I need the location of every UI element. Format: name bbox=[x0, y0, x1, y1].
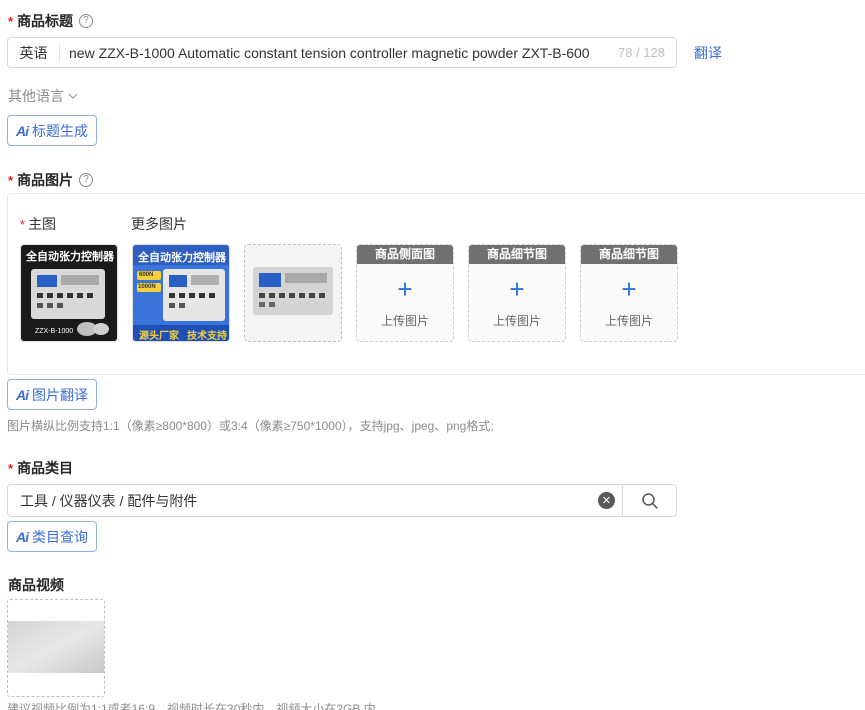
image-label-text: 商品图片 bbox=[17, 172, 74, 188]
upload-text: 上传图片 bbox=[492, 314, 541, 328]
video-section-label: 商品视频 bbox=[8, 575, 64, 595]
ai-icon: Ai bbox=[16, 528, 29, 545]
image-format-note: 图片横纵比例支持1:1（像素≥800*800）或3:4（像素≥750*1000）… bbox=[7, 419, 494, 433]
ai-icon: Ai bbox=[16, 386, 29, 403]
ai-title-generate-button[interactable]: Ai 标题生成 bbox=[7, 115, 97, 146]
product-image-3[interactable] bbox=[244, 244, 342, 342]
plus-icon: + bbox=[621, 274, 637, 304]
required-mark: * bbox=[8, 13, 14, 29]
other-languages-toggle[interactable]: 其他语言 bbox=[8, 86, 79, 106]
product-image-2-banner: 全自动张力控制器 bbox=[138, 252, 226, 264]
upload-slot-detail-1[interactable]: 商品细节图 + 上传图片 bbox=[468, 244, 566, 342]
translate-link[interactable]: 翻译 bbox=[694, 43, 722, 63]
upload-slot-side[interactable]: 商品侧面图 + 上传图片 bbox=[356, 244, 454, 342]
clear-circle-icon[interactable]: ✕ bbox=[598, 492, 615, 509]
ai-icon: Ai bbox=[16, 122, 29, 139]
slot-header: 商品细节图 bbox=[469, 245, 565, 264]
category-search-button[interactable] bbox=[622, 485, 676, 516]
title-label-text: 商品标题 bbox=[17, 13, 74, 29]
slot-header: 商品细节图 bbox=[581, 245, 677, 264]
category-input-value[interactable]: 工具 / 仪器仪表 / 配件与附件 bbox=[8, 491, 598, 511]
product-image-2-footer2: 技术支持 bbox=[187, 331, 227, 342]
category-label-text: 商品类目 bbox=[17, 460, 74, 476]
product-image-1[interactable]: 全自动张力控制器 ZZX-B-1000 bbox=[20, 244, 118, 342]
ai-category-query-button[interactable]: Ai 类目查询 bbox=[7, 521, 97, 552]
language-selector[interactable]: 英语 bbox=[8, 43, 60, 62]
ai-image-translate-label: 图片翻译 bbox=[32, 386, 88, 403]
ai-category-query-label: 类目查询 bbox=[32, 528, 88, 545]
required-mark: * bbox=[8, 460, 14, 476]
video-thumbnail[interactable] bbox=[7, 599, 105, 697]
product-image-2[interactable]: 全自动张力控制器 600N 1000N 源头厂家 技术支持 bbox=[132, 244, 230, 342]
category-section-label: * 商品类目 bbox=[8, 458, 73, 478]
product-image-1-banner: 全自动张力控制器 bbox=[26, 251, 114, 263]
title-char-counter: 78 / 128 bbox=[618, 45, 665, 60]
plus-icon: + bbox=[397, 274, 413, 304]
upload-text: 上传图片 bbox=[380, 314, 429, 328]
question-circle-icon[interactable]: ? bbox=[79, 173, 94, 187]
chevron-down-icon bbox=[68, 93, 78, 99]
video-label-text: 商品视频 bbox=[8, 577, 64, 593]
upload-slot-detail-2[interactable]: 商品细节图 + 上传图片 bbox=[580, 244, 678, 342]
question-circle-icon[interactable]: ? bbox=[79, 14, 94, 28]
ai-image-translate-button[interactable]: Ai 图片翻译 bbox=[7, 379, 97, 410]
image-section-label: * 商品图片 ? bbox=[8, 170, 94, 190]
product-image-3-graphic bbox=[245, 245, 341, 341]
required-mark: * bbox=[8, 172, 14, 188]
title-section-label: * 商品标题 ? bbox=[8, 11, 94, 31]
upload-text: 上传图片 bbox=[604, 314, 653, 328]
title-input-field[interactable]: 英语 new ZZX-B-1000 Automatic constant ten… bbox=[7, 37, 677, 68]
product-image-2-footer1: 源头厂家 bbox=[139, 331, 179, 342]
product-image-2-tag2: 1000N bbox=[138, 284, 156, 290]
video-preview-graphic bbox=[8, 600, 104, 696]
plus-icon: + bbox=[509, 274, 525, 304]
video-note: 建议视频比例为1:1或者16:9，视频时长在30秒内，视频大小在2GB 内。 bbox=[7, 702, 388, 710]
other-languages-label: 其他语言 bbox=[8, 88, 64, 104]
main-image-label: * 主图 bbox=[20, 216, 57, 232]
product-image-2-tag1: 600N bbox=[139, 272, 154, 278]
title-input-value[interactable]: new ZZX-B-1000 Automatic constant tensio… bbox=[60, 45, 610, 61]
more-images-label: 更多图片 bbox=[131, 216, 187, 232]
slot-header: 商品侧面图 bbox=[357, 245, 453, 264]
ai-title-generate-label: 标题生成 bbox=[32, 122, 88, 139]
product-image-1-model: ZZX-B-1000 bbox=[35, 328, 74, 335]
search-icon bbox=[641, 492, 658, 509]
category-input-field[interactable]: 工具 / 仪器仪表 / 配件与附件 ✕ bbox=[7, 484, 677, 517]
